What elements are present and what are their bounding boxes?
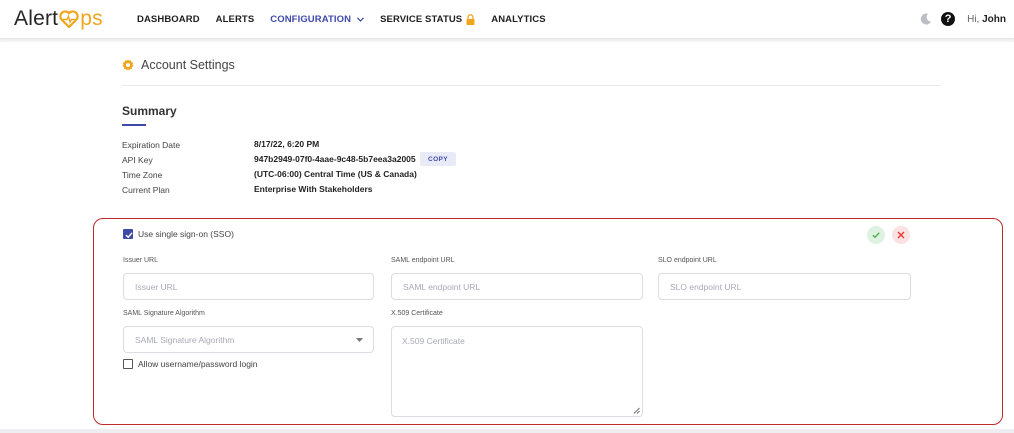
nav-alerts-label: ALERTS — [215, 13, 255, 25]
slo-endpoint-url-input[interactable]: SLO endpoint URL — [658, 273, 911, 300]
saml-endpoint-url-label: SAML endpoint URL — [391, 257, 455, 264]
bottom-strip — [0, 429, 1014, 433]
summary-title: Summary — [122, 104, 177, 118]
nav-configuration[interactable]: CONFIGURATION — [270, 13, 365, 25]
help-icon[interactable]: ? — [941, 12, 956, 26]
nav-alerts[interactable]: ALERTS — [216, 14, 255, 25]
logo-text-right: ps — [80, 7, 103, 30]
user-area: ? Hi, John — [920, 0, 1006, 38]
resize-grip-icon[interactable] — [633, 407, 640, 414]
saml-signature-algorithm-value: SAML Signature Algorithm — [135, 334, 235, 345]
api-key-value: 947b2949-07f0-4aae-9c48-5b7eea3a2005 — [254, 154, 416, 164]
x509-certificate-label: X.509 Certificate — [391, 310, 443, 317]
close-icon — [897, 231, 905, 239]
nav-analytics-label: ANALYTICS — [491, 13, 546, 25]
page-header: Account Settings — [122, 58, 235, 72]
time-zone-label: Time Zone — [122, 170, 163, 180]
api-key-label: API Key — [122, 155, 153, 165]
heart-logo-icon — [59, 10, 79, 28]
sso-settings-panel: Use single sign-on (SSO) Issuer URL Issu… — [93, 218, 1003, 425]
top-navigation-bar: Alert ps DASHBOARD ALERTS CONFIGURATION … — [0, 0, 1014, 38]
saml-signature-algorithm-label: SAML Signature Algorithm — [123, 310, 205, 317]
allow-password-login-checkbox[interactable] — [123, 359, 133, 369]
nav-dashboard[interactable]: DASHBOARD — [137, 14, 200, 25]
alertops-logo[interactable]: Alert ps — [14, 7, 103, 31]
page-title: Account Settings — [141, 58, 235, 72]
checkmark-icon — [125, 232, 133, 239]
time-zone-value: (UTC-06:00) Central Time (US & Canada) — [254, 169, 417, 179]
logo-text-left: Alert — [14, 7, 59, 30]
dropdown-caret-icon — [356, 338, 363, 342]
save-button[interactable] — [867, 226, 885, 244]
summary-underline — [122, 124, 146, 126]
main-content: Account Settings Summary Expiration Date… — [0, 42, 1014, 429]
nav-configuration-label: CONFIGURATION — [270, 13, 352, 25]
user-greeting[interactable]: Hi, John — [967, 14, 1006, 25]
saml-signature-algorithm-select[interactable]: SAML Signature Algorithm — [123, 326, 374, 353]
issuer-url-input[interactable]: Issuer URL — [123, 273, 374, 300]
saml-endpoint-url-input[interactable]: SAML endpoint URL — [391, 273, 643, 300]
x509-certificate-placeholder: X.509 Certificate — [402, 336, 465, 346]
moon-icon[interactable] — [920, 13, 932, 25]
allow-password-login-label: Allow username/password login — [138, 359, 258, 369]
gear-icon — [122, 59, 134, 71]
header-divider — [122, 85, 940, 86]
expiration-date-label: Expiration Date — [122, 140, 181, 150]
copy-api-key-button[interactable]: COPY — [420, 152, 457, 166]
cancel-button[interactable] — [892, 226, 910, 244]
use-sso-label: Use single sign-on (SSO) — [138, 229, 234, 239]
nav-analytics[interactable]: ANALYTICS — [491, 14, 545, 25]
issuer-url-label: Issuer URL — [123, 257, 159, 264]
expiration-date-value: 8/17/22, 6:20 PM — [254, 139, 320, 149]
lock-icon — [466, 13, 475, 25]
greeting-text: Hi, — [967, 13, 980, 25]
use-sso-checkbox[interactable] — [123, 229, 133, 239]
user-name: John — [982, 13, 1006, 25]
x509-certificate-textarea[interactable]: X.509 Certificate — [391, 326, 643, 417]
checkmark-icon — [872, 232, 880, 239]
current-plan-label: Current Plan — [122, 185, 170, 195]
current-plan-value: Enterprise With Stakeholders — [254, 184, 373, 194]
main-nav: DASHBOARD ALERTS CONFIGURATION SERVICE S… — [137, 0, 562, 38]
nav-dashboard-label: DASHBOARD — [137, 13, 200, 25]
nav-service-status-label: SERVICE STATUS — [380, 13, 463, 25]
chevron-down-icon — [357, 16, 365, 22]
nav-service-status[interactable]: SERVICE STATUS — [380, 14, 475, 25]
slo-endpoint-url-label: SLO endpoint URL — [658, 257, 717, 264]
